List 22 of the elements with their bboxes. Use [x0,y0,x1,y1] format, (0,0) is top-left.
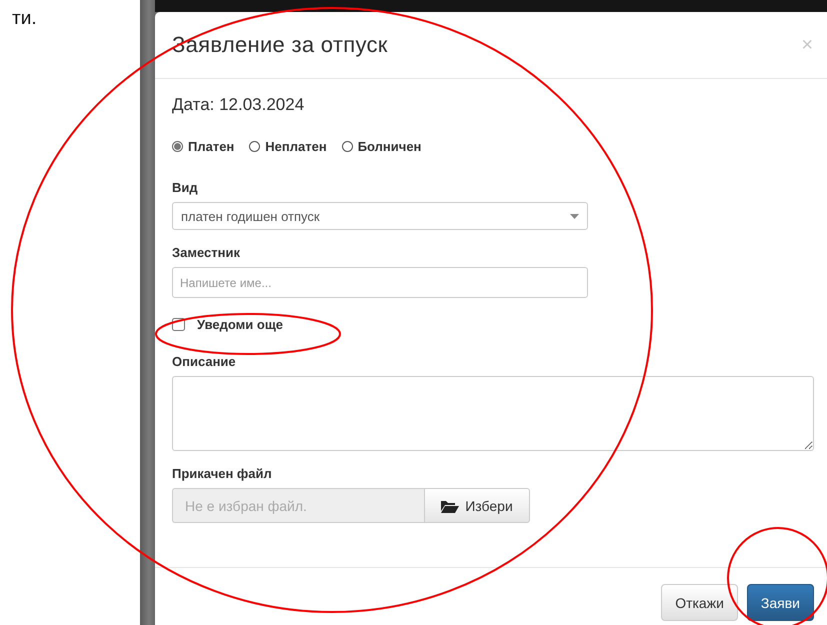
radio-label[interactable]: Платен [188,139,234,154]
radio-button[interactable] [172,141,183,152]
type-select[interactable]: платен годишен отпуск [172,202,588,230]
footer-button[interactable]: Заяви [746,584,814,621]
date-heading: Дата: 12.03.2024 [172,95,304,115]
radio-label[interactable]: Неплатен [265,139,327,154]
caret-icon [570,214,579,218]
modal-title: Заявление за отпуск [172,32,388,58]
choose-file-button[interactable]: Избери [424,488,530,523]
field-label: Заместник [172,245,240,260]
page-text: ти. [12,8,37,29]
checkbox[interactable] [172,318,185,331]
radio-button[interactable] [342,141,353,152]
folder-icon [441,498,460,512]
footer-button[interactable]: Откажи [661,584,738,621]
radio-button[interactable] [249,141,260,152]
radio-label[interactable]: Болничен [358,139,422,154]
field-label: Вид [172,180,198,195]
field-label: Прикачен файл [172,466,272,481]
checkbox-label[interactable]: Уведоми още [197,317,284,332]
field-label: Описание [172,354,236,369]
deputy-input[interactable]: Напишете име... [172,267,588,298]
